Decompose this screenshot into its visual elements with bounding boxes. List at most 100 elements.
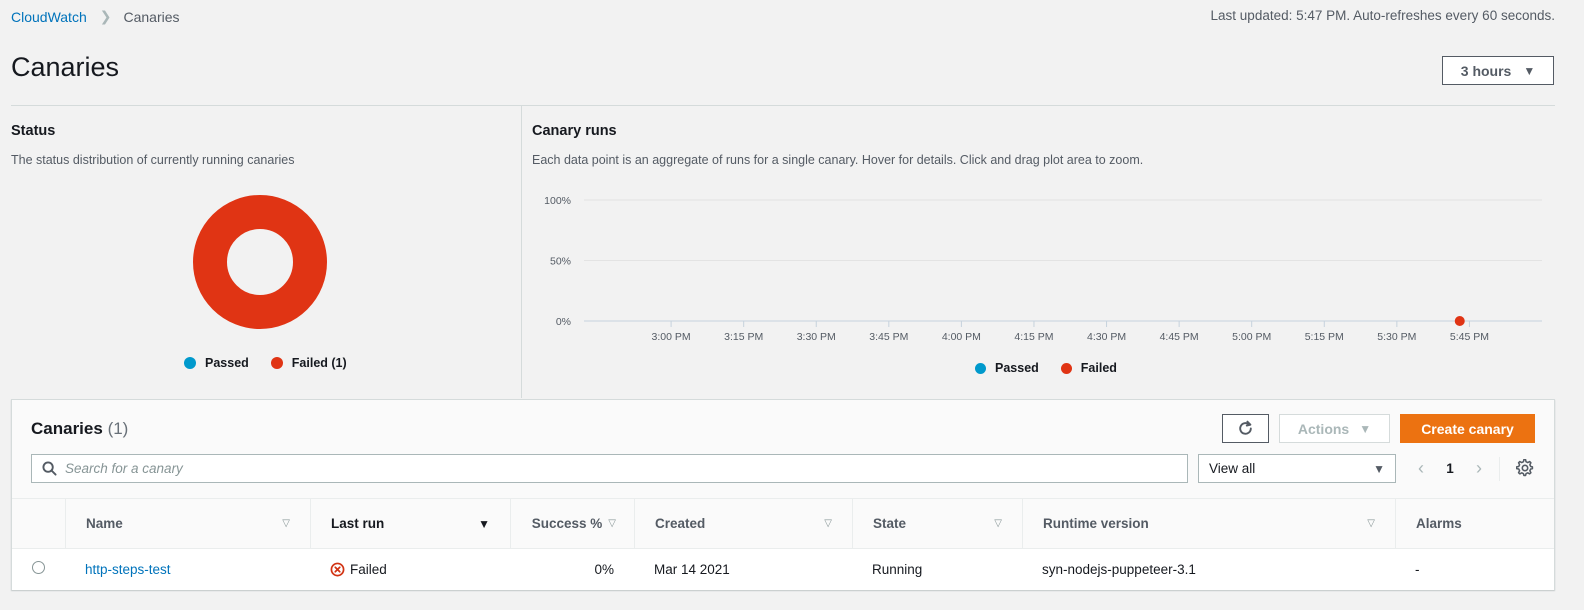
runs-legend-item-failed[interactable]: Failed — [1060, 361, 1117, 375]
header-divider — [11, 105, 1555, 106]
y-tick-label: 50% — [550, 256, 571, 268]
cell-runtime: syn-nodejs-puppeteer-3.1 — [1042, 561, 1196, 577]
pagination: ‹ 1 › — [1410, 454, 1490, 483]
column-label: Name — [86, 516, 123, 531]
search-icon — [42, 461, 57, 476]
column-header-last-run[interactable]: Last run ▼ — [310, 498, 510, 549]
refresh-button[interactable] — [1222, 414, 1269, 443]
status-donut-chart[interactable] — [193, 195, 327, 329]
row-select-cell — [12, 549, 65, 590]
canaries-table-title: Canaries (1) — [31, 419, 128, 439]
runs-legend-label-failed: Failed — [1080, 361, 1117, 375]
table-settings-button[interactable] — [1515, 458, 1535, 478]
column-label: Alarms — [1416, 516, 1462, 531]
y-tick-label: 0% — [556, 316, 571, 328]
x-tick-label: 5:00 PM — [1232, 331, 1271, 343]
breadcrumb: CloudWatch ❯ Canaries — [11, 8, 180, 25]
actions-button[interactable]: Actions ▼ — [1279, 414, 1390, 443]
caret-down-icon: ▼ — [1359, 421, 1372, 436]
sort-icon[interactable]: ▽ — [824, 518, 832, 529]
failed-dot-icon — [270, 357, 283, 369]
passed-dot-icon — [975, 362, 986, 374]
data-point-failed[interactable] — [1454, 316, 1465, 326]
create-canary-button[interactable]: Create canary — [1400, 414, 1535, 443]
column-label: Success % — [531, 516, 603, 531]
last-updated-text: Last updated: 5:47 PM. Auto-refreshes ev… — [1210, 8, 1555, 23]
row-select-radio[interactable] — [32, 561, 45, 575]
runs-legend-label-passed: Passed — [995, 361, 1039, 375]
passed-dot-icon — [184, 357, 196, 369]
legend-label-passed: Passed — [205, 356, 249, 370]
canaries-title-text: Canaries — [31, 419, 103, 438]
time-range-select[interactable]: 3 hours ▼ — [1442, 56, 1554, 85]
canaries-count: (1) — [107, 419, 129, 438]
cell-success: 0% — [594, 561, 614, 577]
canary-name-link[interactable]: http-steps-test — [85, 562, 171, 577]
select-column-header — [12, 498, 65, 549]
x-tick-label: 4:45 PM — [1160, 331, 1199, 343]
canary-runs-title: Canary runs — [532, 123, 617, 139]
cell-name: http-steps-test — [65, 549, 310, 590]
status-panel-title: Status — [11, 123, 56, 139]
chevron-right-icon: ❯ — [99, 8, 112, 24]
cell-alarms: - — [1415, 561, 1420, 577]
column-header-created[interactable]: Created ▽ — [634, 498, 852, 549]
x-tick-label: 5:15 PM — [1305, 331, 1344, 343]
sort-icon[interactable]: ▽ — [1367, 518, 1375, 529]
cell-created: Mar 14 2021 — [654, 561, 730, 577]
view-filter-value: View all — [1209, 461, 1256, 476]
legend-item-passed[interactable]: Passed — [184, 356, 249, 370]
y-tick-label: 100% — [544, 195, 571, 207]
sort-descending-icon[interactable]: ▼ — [478, 517, 490, 531]
x-tick-label: 3:00 PM — [652, 331, 691, 343]
x-tick-label: 3:45 PM — [869, 331, 908, 343]
x-tick-label: 3:30 PM — [797, 331, 836, 343]
sort-icon[interactable]: ▽ — [608, 518, 616, 529]
cell-last-run: Failed — [310, 549, 510, 590]
x-tick-label: 3:15 PM — [724, 331, 763, 343]
runs-legend-item-passed[interactable]: Passed — [975, 361, 1039, 375]
time-range-value: 3 hours — [1460, 62, 1512, 79]
page-title: Canaries — [11, 52, 120, 82]
sort-icon[interactable]: ▽ — [994, 518, 1002, 529]
status-panel-description: The status distribution of currently run… — [11, 153, 295, 167]
breadcrumb-canaries: Canaries — [123, 8, 180, 25]
table-header-row: Name ▽ Last run ▼ Success % ▽ Created ▽ Stat… — [12, 498, 1554, 549]
column-label: State — [873, 516, 907, 531]
last-run-status: Failed — [350, 561, 387, 577]
canary-runs-chart[interactable]: 0% 50% 100% 3:00 PM 3:15 PM 3:30 PM 3:45 PM 4:0… — [522, 185, 1562, 350]
previous-page-icon[interactable]: ‹ — [1410, 458, 1432, 479]
view-filter-select[interactable]: View all ▼ — [1198, 454, 1396, 483]
column-header-success[interactable]: Success % ▽ — [510, 498, 634, 549]
cell-state: Running — [872, 561, 923, 577]
pager-divider — [1499, 457, 1500, 481]
column-header-alarms: Alarms — [1395, 498, 1554, 549]
page-number[interactable]: 1 — [1432, 461, 1468, 476]
failed-dot-icon — [1060, 362, 1072, 374]
runs-legend: Passed Failed — [975, 361, 1117, 375]
column-header-runtime[interactable]: Runtime version ▽ — [1022, 498, 1395, 549]
x-tick-label: 5:45 PM — [1450, 331, 1489, 343]
canary-runs-description: Each data point is an aggregate of runs … — [532, 153, 1144, 167]
sort-icon[interactable]: ▽ — [282, 518, 290, 529]
caret-down-icon: ▼ — [1373, 461, 1385, 476]
table-row[interactable]: http-steps-test Failed 0% Mar 14 2021 Ru… — [12, 549, 1554, 590]
breadcrumb-cloudwatch[interactable]: CloudWatch — [11, 9, 87, 25]
x-tick-label: 4:00 PM — [942, 331, 981, 343]
column-label: Created — [655, 516, 706, 531]
legend-item-failed[interactable]: Failed (1) — [270, 356, 347, 370]
refresh-icon — [1239, 420, 1252, 435]
column-header-name[interactable]: Name ▽ — [65, 498, 310, 549]
canaries-table-card: Canaries (1) Actions ▼ Create canary Vie… — [11, 399, 1555, 590]
column-header-state[interactable]: State ▽ — [852, 498, 1022, 549]
search-field[interactable] — [31, 454, 1188, 483]
actions-label: Actions — [1297, 420, 1350, 437]
error-circle-icon — [330, 562, 345, 577]
next-page-icon[interactable]: › — [1468, 458, 1490, 479]
search-input[interactable] — [65, 461, 1165, 476]
status-legend: Passed Failed (1) — [184, 356, 347, 370]
caret-down-icon: ▼ — [1523, 63, 1536, 78]
donut-slice-failed[interactable] — [193, 195, 327, 329]
canaries-table: Name ▽ Last run ▼ Success % ▽ Created ▽ Stat… — [12, 498, 1554, 590]
gear-icon — [1516, 459, 1534, 477]
